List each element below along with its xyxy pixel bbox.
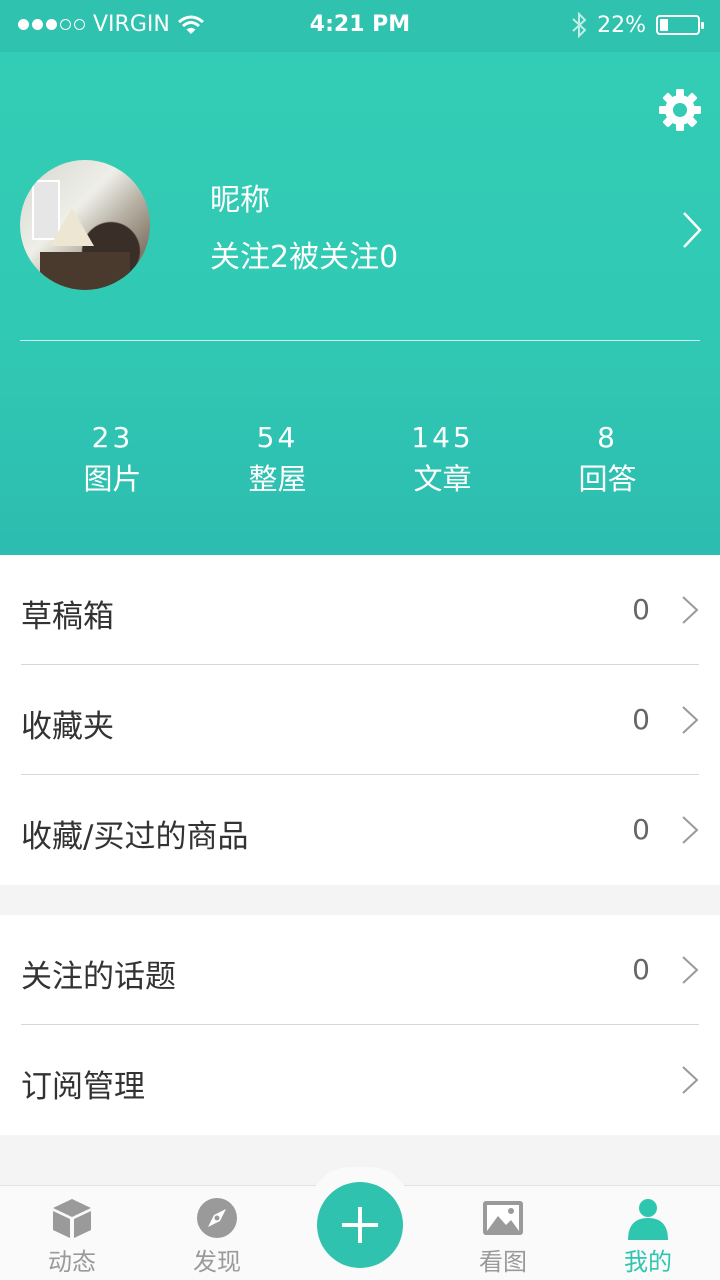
list-item-title: 关注的话题 <box>21 959 176 995</box>
gear-icon[interactable] <box>658 88 702 132</box>
tab-label: 发现 <box>193 1248 241 1276</box>
list-item-title: 订阅管理 <box>21 1069 145 1105</box>
list-item-count: 0 <box>632 593 650 626</box>
status-right: 22% <box>571 12 704 38</box>
stat-label: 文章 <box>413 462 472 496</box>
compass-icon <box>197 1198 237 1238</box>
profile-header: VIRGIN 4:21 PM 22% 昵称 关注2被关注0 23 图片 54 整… <box>0 0 720 555</box>
tab-profile[interactable]: 我的 <box>593 1186 703 1280</box>
menu-section-1: 草稿箱 0 收藏夹 0 收藏/买过的商品 0 <box>0 555 720 885</box>
list-item-favorites[interactable]: 收藏夹 0 <box>0 665 720 775</box>
stat-rooms[interactable]: 54 整屋 <box>195 420 360 502</box>
list-item-drafts[interactable]: 草稿箱 0 <box>0 555 720 665</box>
list-item-products[interactable]: 收藏/买过的商品 0 <box>0 775 720 885</box>
tab-label: 动态 <box>48 1248 96 1276</box>
list-item-title: 收藏/买过的商品 <box>21 819 249 855</box>
person-icon <box>628 1199 668 1240</box>
list-item-title: 草稿箱 <box>21 599 114 635</box>
battery-icon <box>656 15 704 35</box>
stat-value: 23 <box>91 421 134 454</box>
battery-percent: 22% <box>597 12 646 38</box>
stat-photos[interactable]: 23 图片 <box>30 420 195 502</box>
chevron-right-icon <box>682 1066 699 1094</box>
add-button[interactable] <box>317 1182 403 1268</box>
stat-label: 图片 <box>83 462 142 496</box>
tab-label: 我的 <box>624 1248 672 1276</box>
battery-level <box>660 19 668 31</box>
avatar[interactable] <box>20 160 150 290</box>
follow-stats[interactable]: 关注2被关注0 <box>210 232 398 276</box>
list-item-subscriptions[interactable]: 订阅管理 <box>0 1025 720 1135</box>
list-item-topics[interactable]: 关注的话题 0 <box>0 915 720 1025</box>
status-bar: VIRGIN 4:21 PM 22% <box>0 0 720 52</box>
stats-row: 23 图片 54 整屋 145 文章 8 回答 <box>30 420 690 502</box>
nickname[interactable]: 昵称 <box>210 175 270 219</box>
chevron-right-icon <box>682 816 699 844</box>
chevron-right-icon[interactable] <box>680 210 704 250</box>
bluetooth-icon <box>572 12 587 38</box>
header-divider <box>20 340 700 341</box>
chevron-right-icon <box>682 956 699 984</box>
list-item-count: 0 <box>632 813 650 846</box>
stat-label: 回答 <box>578 462 637 496</box>
stat-articles[interactable]: 145 文章 <box>360 420 525 502</box>
stat-value: 145 <box>411 421 474 454</box>
tab-discover[interactable]: 发现 <box>162 1186 272 1280</box>
cube-icon <box>53 1199 91 1238</box>
list-item-count: 0 <box>632 703 650 736</box>
menu-section-2: 关注的话题 0 订阅管理 <box>0 915 720 1135</box>
image-icon <box>483 1201 523 1235</box>
stat-value: 8 <box>597 421 618 454</box>
tab-label: 看图 <box>479 1248 527 1276</box>
tab-gallery[interactable]: 看图 <box>448 1186 558 1280</box>
stat-label: 整屋 <box>248 462 307 496</box>
chevron-right-icon <box>682 596 699 624</box>
tab-feed[interactable]: 动态 <box>17 1186 127 1280</box>
stat-answers[interactable]: 8 回答 <box>525 420 690 502</box>
list-item-count: 0 <box>632 953 650 986</box>
chevron-right-icon <box>682 706 699 734</box>
list-item-title: 收藏夹 <box>21 709 114 745</box>
stat-value: 54 <box>256 421 299 454</box>
